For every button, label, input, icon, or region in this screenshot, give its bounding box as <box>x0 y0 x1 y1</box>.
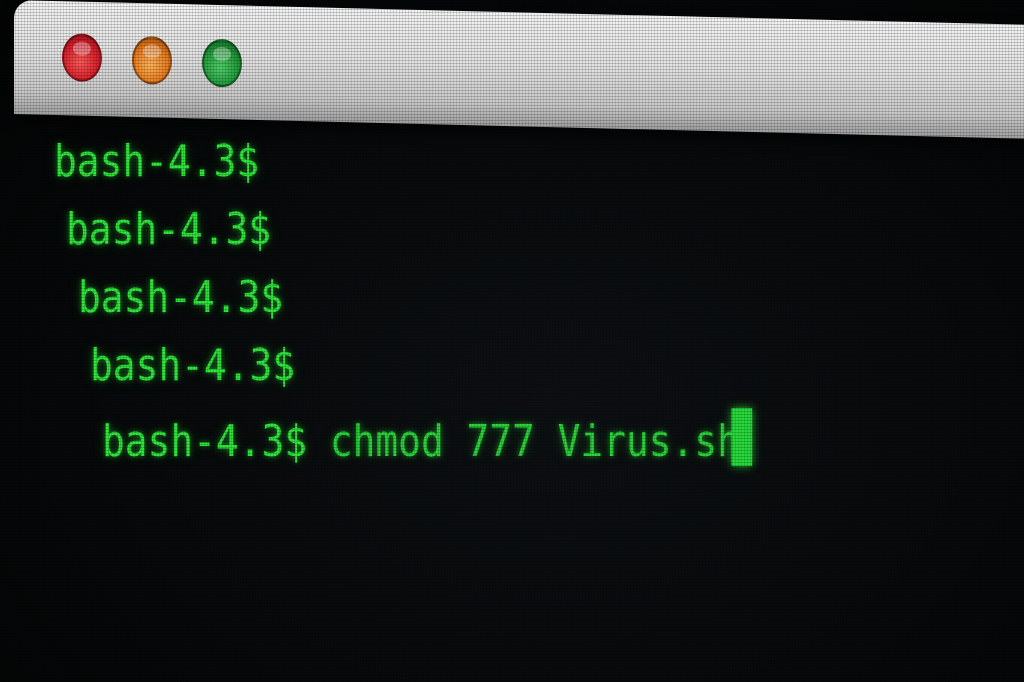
prompt: bash-4.3$ <box>78 272 284 323</box>
terminal-line: bash-4.3$ <box>54 136 259 188</box>
minimize-button[interactable] <box>132 35 172 85</box>
prompt: bash-4.3$ <box>54 136 260 187</box>
screen: bash-4.3$ bash-4.3$ bash-4.3$ bash-4.3$ … <box>0 0 1024 682</box>
prompt: bash-4.3$ <box>102 416 308 467</box>
close-button[interactable] <box>62 33 102 83</box>
zoom-button[interactable] <box>202 38 242 88</box>
prompt: bash-4.3$ <box>66 204 272 255</box>
text-cursor <box>731 408 752 466</box>
terminal-line: bash-4.3$ <box>90 340 295 392</box>
terminal-line: bash-4.3$ <box>66 204 271 256</box>
command-text[interactable]: chmod 777 Virus.sh <box>307 416 740 467</box>
terminal-input-line[interactable]: bash-4.3$ chmod 777 Virus.sh <box>102 408 752 468</box>
terminal-line: bash-4.3$ <box>78 272 283 324</box>
terminal-output[interactable]: bash-4.3$ bash-4.3$ bash-4.3$ bash-4.3$ … <box>0 114 1024 682</box>
prompt: bash-4.3$ <box>90 340 296 391</box>
